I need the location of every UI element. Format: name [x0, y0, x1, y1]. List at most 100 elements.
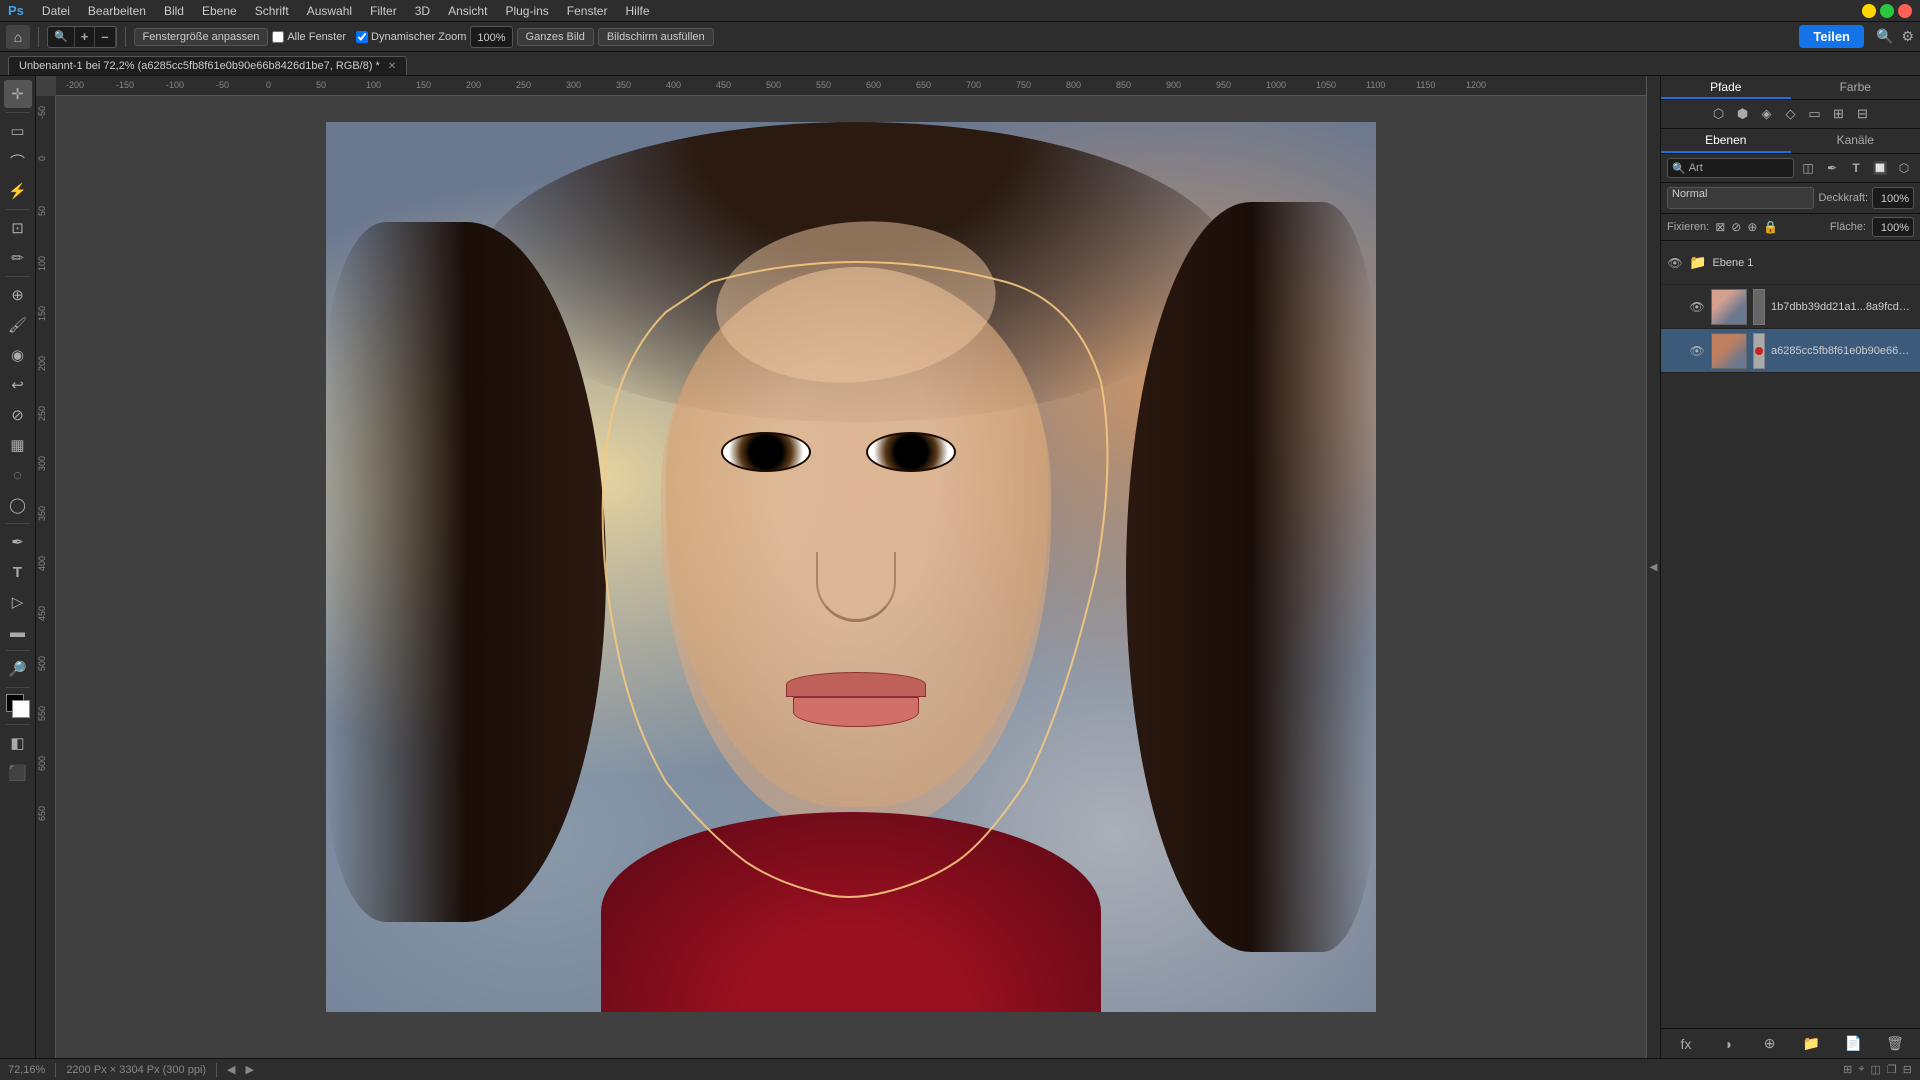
filter-pixel-icon[interactable]: ◫ [1798, 158, 1818, 178]
fix-icon-0[interactable]: ⊠ [1715, 220, 1725, 234]
fit-window-button[interactable]: Fenstergröße anpassen [134, 28, 269, 46]
share-button[interactable]: Teilen [1799, 25, 1864, 48]
icon-layer-type-0[interactable]: ⬡ [1709, 104, 1729, 124]
visibility-icon-group[interactable]: 👁 [1667, 255, 1683, 271]
layer-item-2[interactable]: 👁 a6285cc5fb8f61e0b90e66b8426d1be7 [1661, 329, 1920, 373]
zoom-display[interactable]: 100% [470, 26, 512, 48]
dynamic-zoom-checkbox[interactable] [356, 31, 368, 43]
icon-layer-type-5[interactable]: ⊞ [1829, 104, 1849, 124]
blur-tool[interactable]: ◌ [4, 461, 32, 489]
menu-fenster[interactable]: Fenster [559, 2, 616, 20]
status-icon-4[interactable]: ⊟ [1903, 1063, 1912, 1076]
fill-value[interactable]: 100% [1872, 217, 1914, 237]
active-tab[interactable]: Unbenannt-1 bei 72,2% (a6285cc5fb8f61e0b… [8, 56, 407, 75]
visibility-icon-2[interactable]: 👁 [1689, 343, 1705, 359]
brush-tool[interactable]: 🖌 [4, 311, 32, 339]
status-icon-3[interactable]: ❐ [1887, 1063, 1897, 1076]
icon-layer-type-2[interactable]: ◈ [1757, 104, 1777, 124]
healing-brush-tool[interactable]: ⊕ [4, 281, 32, 309]
search-right-icon[interactable]: 🔍 [1876, 28, 1893, 45]
stamp-tool[interactable]: ◉ [4, 341, 32, 369]
home-button[interactable]: ⌂ [6, 25, 30, 49]
menu-3d[interactable]: 3D [407, 2, 438, 20]
zoom-minus-button[interactable]: – [95, 27, 115, 47]
filter-text-icon[interactable]: T [1846, 158, 1866, 178]
menu-hilfe[interactable]: Hilfe [617, 2, 657, 20]
fill-screen-button[interactable]: Bildschirm ausfüllen [598, 28, 714, 46]
move-tool[interactable]: ✛ [4, 80, 32, 108]
dodge-tool[interactable]: ◯ [4, 491, 32, 519]
pen-tool[interactable]: ✒ [4, 528, 32, 556]
menu-plugins[interactable]: Plug-ins [497, 2, 556, 20]
quick-select-tool[interactable]: ⚡ [4, 177, 32, 205]
add-layer-style-button[interactable]: fx [1675, 1033, 1697, 1055]
icon-layer-type-3[interactable]: ◇ [1781, 104, 1801, 124]
menu-auswahl[interactable]: Auswahl [299, 2, 360, 20]
screen-mode-tool[interactable]: ⬛ [4, 759, 32, 787]
icon-layer-type-4[interactable]: ▭ [1805, 104, 1825, 124]
zoom-magnifier-button[interactable]: 🔍 [48, 27, 75, 47]
minimize-button[interactable]: – [1862, 4, 1876, 18]
new-adjustment-layer-button[interactable]: ⊕ [1759, 1033, 1781, 1055]
visibility-icon-1[interactable]: 👁 [1689, 299, 1705, 315]
filter-smart-icon[interactable]: ⬡ [1894, 158, 1914, 178]
tab-kanale[interactable]: Kanäle [1791, 129, 1920, 153]
eraser-tool[interactable]: ⊘ [4, 401, 32, 429]
settings-icon[interactable]: ⚙ [1901, 28, 1914, 45]
history-brush-tool[interactable]: ↩ [4, 371, 32, 399]
add-mask-button[interactable]: ◑ [1717, 1033, 1739, 1055]
fit-screen-button[interactable]: Ganzes Bild [517, 28, 594, 46]
lip-upper [786, 672, 926, 697]
background-color[interactable] [12, 700, 30, 718]
filter-shape-icon[interactable]: 🔲 [1870, 158, 1890, 178]
quick-mask-tool[interactable]: ◧ [4, 729, 32, 757]
all-windows-checkbox[interactable] [272, 31, 284, 43]
text-tool[interactable]: T [4, 558, 32, 586]
canvas-image-container[interactable] [326, 122, 1376, 1012]
close-button[interactable]: ✕ [1898, 4, 1912, 18]
maximize-button[interactable]: ⬜ [1880, 4, 1894, 18]
icon-layer-type-1[interactable]: ⬢ [1733, 104, 1753, 124]
tab-pfade[interactable]: Pfade [1661, 76, 1791, 99]
new-layer-button[interactable]: 📄 [1842, 1033, 1864, 1055]
nav-next-icon[interactable]: ▶ [246, 1063, 254, 1076]
tab-farbe[interactable]: Farbe [1791, 76, 1920, 99]
opacity-value[interactable]: 100% [1872, 187, 1914, 209]
status-icon-1[interactable]: ⌖ [1858, 1063, 1864, 1076]
new-group-button[interactable]: 📁 [1800, 1033, 1822, 1055]
icon-layer-type-6[interactable]: ⊟ [1853, 104, 1873, 124]
fix-icon-2[interactable]: ⊕ [1747, 220, 1757, 234]
menu-ansicht[interactable]: Ansicht [440, 2, 495, 20]
eyedropper-tool[interactable]: ✏ [4, 244, 32, 272]
status-icon-2[interactable]: ◫ [1871, 1063, 1881, 1076]
layer-item-1[interactable]: 👁 1b7dbb39dd21a1...8a9fcda93d5e72 [1661, 285, 1920, 329]
path-select-tool[interactable]: ▷ [4, 588, 32, 616]
menu-filter[interactable]: Filter [362, 2, 405, 20]
layer-item-group[interactable]: 👁 📁 Ebene 1 [1661, 241, 1920, 285]
menu-bild[interactable]: Bild [156, 2, 192, 20]
tab-close-icon[interactable]: ✕ [388, 61, 396, 72]
panel-collapse-button[interactable]: ◀ [1646, 76, 1660, 1058]
menu-ebene[interactable]: Ebene [194, 2, 245, 20]
rectangular-select-tool[interactable]: ▭ [4, 117, 32, 145]
menu-schrift[interactable]: Schrift [247, 2, 297, 20]
zoom-plus-button[interactable]: + [75, 27, 96, 47]
tab-ebenen[interactable]: Ebenen [1661, 129, 1791, 153]
status-icon-0[interactable]: ⊞ [1843, 1063, 1852, 1076]
fix-icon-1[interactable]: ⊘ [1731, 220, 1741, 234]
menu-bearbeiten[interactable]: Bearbeiten [80, 2, 154, 20]
filter-adjustment-icon[interactable]: ✒ [1822, 158, 1842, 178]
lasso-tool[interactable]: ⌒ [4, 147, 32, 175]
shape-tool[interactable]: ▬ [4, 618, 32, 646]
crop-tool[interactable]: ⊡ [4, 214, 32, 242]
fix-icon-3[interactable]: 🔒 [1763, 220, 1778, 234]
right-panel: Pfade Farbe ⬡ ⬢ ◈ ◇ ▭ ⊞ ⊟ Ebenen Kanäle … [1660, 76, 1920, 1058]
delete-layer-button[interactable]: 🗑 [1884, 1033, 1906, 1055]
layer-search-box[interactable]: 🔍 Art [1667, 158, 1794, 178]
menu-datei[interactable]: Datei [34, 2, 78, 20]
zoom-tool[interactable]: 🔎 [4, 655, 32, 683]
zoom-percentage: 72,16% [8, 1064, 45, 1076]
nav-prev-icon[interactable]: ◀ [227, 1063, 235, 1076]
blend-mode-select[interactable]: Normal [1667, 187, 1814, 209]
gradient-tool[interactable]: ▦ [4, 431, 32, 459]
